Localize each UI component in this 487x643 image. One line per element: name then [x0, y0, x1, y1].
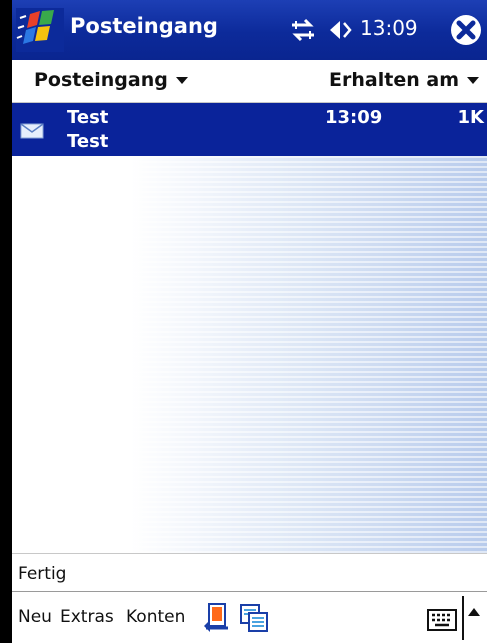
folder-list-icon[interactable]	[238, 602, 270, 634]
clock[interactable]: 13:09	[360, 16, 418, 40]
message-time: 13:09	[325, 107, 383, 128]
folder-dropdown-label: Posteingang	[34, 69, 168, 91]
window-title: Posteingang	[70, 14, 218, 38]
message-row[interactable]: Test Test 13:09 1K	[12, 103, 487, 156]
title-bar: Posteingang 13:09	[12, 0, 487, 60]
accounts-menu[interactable]: Konten	[126, 607, 185, 627]
sip-arrow-icon[interactable]	[468, 608, 480, 616]
status-text: Fertig	[18, 564, 67, 584]
list-header: Posteingang Erhalten am	[12, 60, 487, 103]
sip-divider	[462, 596, 464, 640]
connectivity-icon[interactable]	[288, 17, 318, 43]
chevron-down-icon	[467, 77, 479, 84]
message-subject: Test	[67, 131, 109, 152]
status-bar: Fertig	[12, 553, 487, 592]
send-receive-icon[interactable]	[202, 602, 232, 632]
folder-dropdown[interactable]: Posteingang	[34, 69, 188, 91]
sort-dropdown[interactable]: Erhalten am	[329, 69, 479, 91]
windows-start-icon[interactable]	[16, 8, 64, 52]
message-list[interactable]: Test Test 13:09 1K	[12, 103, 487, 553]
new-menu[interactable]: Neu	[18, 607, 52, 627]
envelope-icon	[20, 123, 44, 139]
sort-dropdown-label: Erhalten am	[329, 69, 459, 91]
app-window: Posteingang 13:09 Posteingang Erhalten a…	[12, 0, 487, 643]
chevron-down-icon	[175, 77, 188, 84]
extras-menu[interactable]: Extras	[60, 607, 114, 627]
message-size: 1K	[457, 107, 484, 128]
close-icon[interactable]	[449, 13, 483, 47]
message-sender: Test	[67, 107, 109, 128]
command-bar: Neu Extras Konten	[12, 591, 487, 643]
volume-icon[interactable]	[324, 17, 354, 43]
keyboard-icon[interactable]	[427, 609, 457, 631]
